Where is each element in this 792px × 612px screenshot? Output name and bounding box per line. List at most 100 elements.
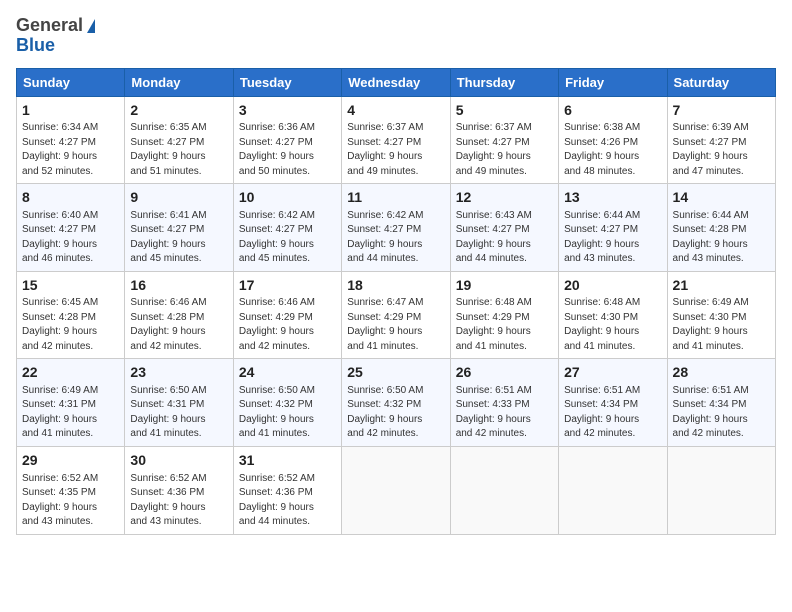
column-header-wednesday: Wednesday: [342, 68, 450, 96]
calendar-cell: 10Sunrise: 6:42 AMSunset: 4:27 PMDayligh…: [233, 184, 341, 272]
calendar-cell: 1Sunrise: 6:34 AMSunset: 4:27 PMDaylight…: [17, 96, 125, 184]
calendar-cell: 9Sunrise: 6:41 AMSunset: 4:27 PMDaylight…: [125, 184, 233, 272]
calendar-cell: [667, 446, 775, 534]
calendar-header-row: SundayMondayTuesdayWednesdayThursdayFrid…: [17, 68, 776, 96]
calendar-body: 1Sunrise: 6:34 AMSunset: 4:27 PMDaylight…: [17, 96, 776, 534]
column-header-sunday: Sunday: [17, 68, 125, 96]
calendar-cell: [559, 446, 667, 534]
cell-content: Sunrise: 6:46 AMSunset: 4:29 PMDaylight:…: [239, 296, 336, 354]
calendar-cell: 15Sunrise: 6:45 AMSunset: 4:28 PMDayligh…: [17, 271, 125, 359]
day-number: 17: [239, 276, 336, 296]
calendar-cell: 31Sunrise: 6:52 AMSunset: 4:36 PMDayligh…: [233, 446, 341, 534]
cell-content: Sunrise: 6:52 AMSunset: 4:35 PMDaylight:…: [22, 472, 119, 530]
logo-blue-text: Blue: [16, 36, 95, 56]
cell-content: Sunrise: 6:43 AMSunset: 4:27 PMDaylight:…: [456, 209, 553, 267]
day-number: 15: [22, 276, 119, 296]
cell-content: Sunrise: 6:52 AMSunset: 4:36 PMDaylight:…: [239, 472, 336, 530]
calendar-cell: 22Sunrise: 6:49 AMSunset: 4:31 PMDayligh…: [17, 359, 125, 447]
calendar-cell: 29Sunrise: 6:52 AMSunset: 4:35 PMDayligh…: [17, 446, 125, 534]
calendar-week-row: 29Sunrise: 6:52 AMSunset: 4:35 PMDayligh…: [17, 446, 776, 534]
calendar-cell: 8Sunrise: 6:40 AMSunset: 4:27 PMDaylight…: [17, 184, 125, 272]
logo: General Blue: [16, 16, 95, 56]
calendar-cell: 16Sunrise: 6:46 AMSunset: 4:28 PMDayligh…: [125, 271, 233, 359]
calendar-cell: 17Sunrise: 6:46 AMSunset: 4:29 PMDayligh…: [233, 271, 341, 359]
calendar-cell: 20Sunrise: 6:48 AMSunset: 4:30 PMDayligh…: [559, 271, 667, 359]
calendar-cell: 25Sunrise: 6:50 AMSunset: 4:32 PMDayligh…: [342, 359, 450, 447]
cell-content: Sunrise: 6:42 AMSunset: 4:27 PMDaylight:…: [347, 209, 444, 267]
day-number: 2: [130, 101, 227, 121]
calendar-cell: 7Sunrise: 6:39 AMSunset: 4:27 PMDaylight…: [667, 96, 775, 184]
calendar-week-row: 1Sunrise: 6:34 AMSunset: 4:27 PMDaylight…: [17, 96, 776, 184]
calendar-week-row: 15Sunrise: 6:45 AMSunset: 4:28 PMDayligh…: [17, 271, 776, 359]
cell-content: Sunrise: 6:46 AMSunset: 4:28 PMDaylight:…: [130, 296, 227, 354]
calendar-table: SundayMondayTuesdayWednesdayThursdayFrid…: [16, 68, 776, 535]
column-header-thursday: Thursday: [450, 68, 558, 96]
calendar-week-row: 22Sunrise: 6:49 AMSunset: 4:31 PMDayligh…: [17, 359, 776, 447]
cell-content: Sunrise: 6:37 AMSunset: 4:27 PMDaylight:…: [347, 121, 444, 179]
day-number: 31: [239, 451, 336, 471]
calendar-cell: 19Sunrise: 6:48 AMSunset: 4:29 PMDayligh…: [450, 271, 558, 359]
day-number: 28: [673, 363, 770, 383]
cell-content: Sunrise: 6:51 AMSunset: 4:34 PMDaylight:…: [564, 384, 661, 442]
day-number: 27: [564, 363, 661, 383]
cell-content: Sunrise: 6:50 AMSunset: 4:32 PMDaylight:…: [239, 384, 336, 442]
cell-content: Sunrise: 6:52 AMSunset: 4:36 PMDaylight:…: [130, 472, 227, 530]
cell-content: Sunrise: 6:45 AMSunset: 4:28 PMDaylight:…: [22, 296, 119, 354]
column-header-friday: Friday: [559, 68, 667, 96]
cell-content: Sunrise: 6:34 AMSunset: 4:27 PMDaylight:…: [22, 121, 119, 179]
column-header-tuesday: Tuesday: [233, 68, 341, 96]
day-number: 14: [673, 188, 770, 208]
calendar-cell: 30Sunrise: 6:52 AMSunset: 4:36 PMDayligh…: [125, 446, 233, 534]
calendar-cell: [342, 446, 450, 534]
day-number: 12: [456, 188, 553, 208]
day-number: 7: [673, 101, 770, 121]
calendar-cell: 11Sunrise: 6:42 AMSunset: 4:27 PMDayligh…: [342, 184, 450, 272]
day-number: 19: [456, 276, 553, 296]
day-number: 24: [239, 363, 336, 383]
cell-content: Sunrise: 6:41 AMSunset: 4:27 PMDaylight:…: [130, 209, 227, 267]
day-number: 26: [456, 363, 553, 383]
day-number: 25: [347, 363, 444, 383]
day-number: 11: [347, 188, 444, 208]
calendar-cell: 28Sunrise: 6:51 AMSunset: 4:34 PMDayligh…: [667, 359, 775, 447]
calendar-cell: 18Sunrise: 6:47 AMSunset: 4:29 PMDayligh…: [342, 271, 450, 359]
day-number: 29: [22, 451, 119, 471]
calendar-cell: 14Sunrise: 6:44 AMSunset: 4:28 PMDayligh…: [667, 184, 775, 272]
calendar-cell: 6Sunrise: 6:38 AMSunset: 4:26 PMDaylight…: [559, 96, 667, 184]
day-number: 20: [564, 276, 661, 296]
calendar-week-row: 8Sunrise: 6:40 AMSunset: 4:27 PMDaylight…: [17, 184, 776, 272]
column-header-monday: Monday: [125, 68, 233, 96]
calendar-cell: 26Sunrise: 6:51 AMSunset: 4:33 PMDayligh…: [450, 359, 558, 447]
day-number: 1: [22, 101, 119, 121]
column-header-saturday: Saturday: [667, 68, 775, 96]
page-header: General Blue: [16, 16, 776, 56]
day-number: 6: [564, 101, 661, 121]
calendar-cell: [450, 446, 558, 534]
day-number: 13: [564, 188, 661, 208]
day-number: 3: [239, 101, 336, 121]
calendar-cell: 4Sunrise: 6:37 AMSunset: 4:27 PMDaylight…: [342, 96, 450, 184]
day-number: 10: [239, 188, 336, 208]
calendar-cell: 27Sunrise: 6:51 AMSunset: 4:34 PMDayligh…: [559, 359, 667, 447]
day-number: 18: [347, 276, 444, 296]
cell-content: Sunrise: 6:44 AMSunset: 4:27 PMDaylight:…: [564, 209, 661, 267]
cell-content: Sunrise: 6:47 AMSunset: 4:29 PMDaylight:…: [347, 296, 444, 354]
calendar-cell: 3Sunrise: 6:36 AMSunset: 4:27 PMDaylight…: [233, 96, 341, 184]
calendar-cell: 12Sunrise: 6:43 AMSunset: 4:27 PMDayligh…: [450, 184, 558, 272]
logo-triangle-icon: [87, 19, 95, 33]
day-number: 5: [456, 101, 553, 121]
calendar-cell: 24Sunrise: 6:50 AMSunset: 4:32 PMDayligh…: [233, 359, 341, 447]
cell-content: Sunrise: 6:49 AMSunset: 4:30 PMDaylight:…: [673, 296, 770, 354]
cell-content: Sunrise: 6:44 AMSunset: 4:28 PMDaylight:…: [673, 209, 770, 267]
calendar-cell: 23Sunrise: 6:50 AMSunset: 4:31 PMDayligh…: [125, 359, 233, 447]
cell-content: Sunrise: 6:40 AMSunset: 4:27 PMDaylight:…: [22, 209, 119, 267]
day-number: 22: [22, 363, 119, 383]
cell-content: Sunrise: 6:48 AMSunset: 4:29 PMDaylight:…: [456, 296, 553, 354]
cell-content: Sunrise: 6:48 AMSunset: 4:30 PMDaylight:…: [564, 296, 661, 354]
day-number: 9: [130, 188, 227, 208]
calendar-cell: 2Sunrise: 6:35 AMSunset: 4:27 PMDaylight…: [125, 96, 233, 184]
cell-content: Sunrise: 6:42 AMSunset: 4:27 PMDaylight:…: [239, 209, 336, 267]
cell-content: Sunrise: 6:39 AMSunset: 4:27 PMDaylight:…: [673, 121, 770, 179]
day-number: 30: [130, 451, 227, 471]
day-number: 4: [347, 101, 444, 121]
